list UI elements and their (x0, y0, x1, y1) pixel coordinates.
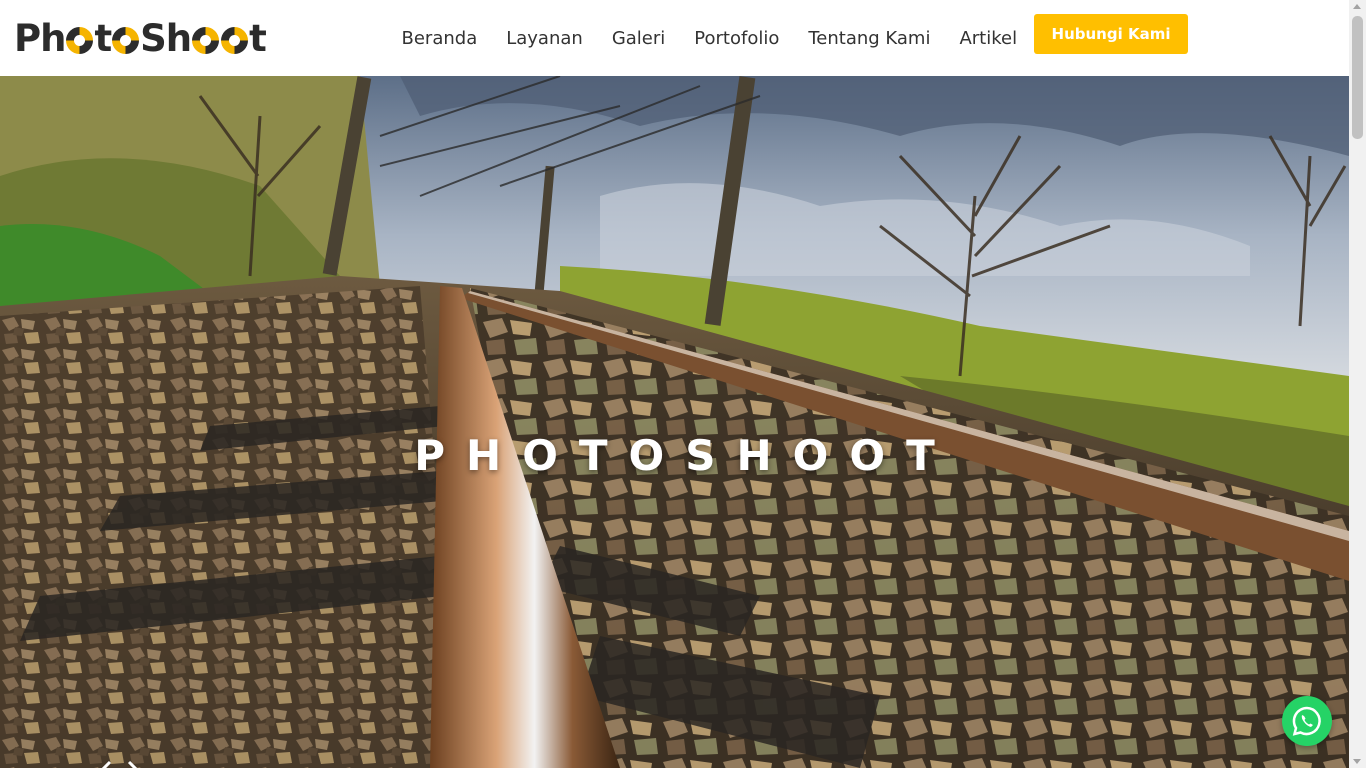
scroll-up-icon[interactable] (1353, 4, 1361, 9)
nav-item-artikel[interactable]: Artikel (945, 28, 1032, 49)
hero-background-image (0, 76, 1349, 768)
whatsapp-icon (1292, 706, 1321, 736)
page-scrollbar[interactable] (1349, 0, 1366, 768)
aperture-icon (221, 26, 249, 54)
aperture-icon (112, 26, 140, 54)
hero-slider: PHOTOSHOOT (0, 76, 1349, 768)
nav-item-portofolio[interactable]: Portofolio (680, 28, 794, 49)
slider-prev-button[interactable] (95, 760, 115, 768)
slider-next-button[interactable] (124, 760, 144, 768)
nav-item-galeri[interactable]: Galeri (597, 28, 679, 49)
chevron-right-icon (127, 760, 138, 768)
logo-text-part-1: Ph (14, 16, 66, 60)
nav-item-layanan[interactable]: Layanan (492, 28, 598, 49)
aperture-icon (192, 26, 220, 54)
logo-text-part-4: t (249, 16, 267, 60)
site-header: Ph t Sh t Beranda Layanan Galeri Portofolio… (0, 0, 1349, 76)
chevron-left-icon (101, 760, 112, 768)
logo[interactable]: Ph t Sh t (14, 16, 267, 60)
scroll-down-icon[interactable] (1353, 759, 1361, 764)
logo-text-part-3: Sh (140, 16, 192, 60)
main-nav: Beranda Layanan Galeri Portofolio Tentan… (387, 24, 1032, 52)
contact-us-button[interactable]: Hubungi Kami (1034, 14, 1188, 54)
aperture-icon (66, 26, 94, 54)
nav-item-tentang-kami[interactable]: Tentang Kami (794, 28, 945, 49)
hero-title: PHOTOSHOOT (414, 431, 956, 480)
scrollbar-thumb[interactable] (1352, 16, 1363, 139)
whatsapp-button[interactable] (1282, 696, 1332, 746)
logo-text-part-2: t (94, 16, 112, 60)
nav-item-beranda[interactable]: Beranda (387, 28, 492, 49)
